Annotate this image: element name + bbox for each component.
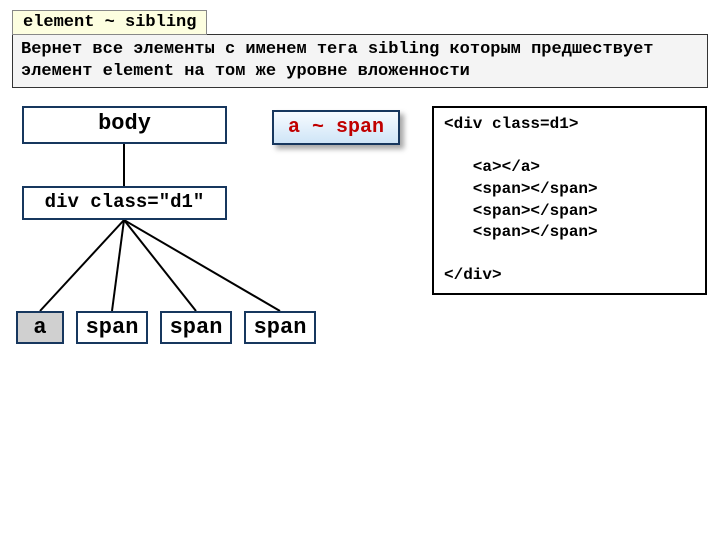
tree-connectors [12,106,392,386]
tree-node-body: body [22,106,227,144]
selector-description: Вернет все элементы c именем тега siblin… [12,34,708,88]
tree-node-div: div class="d1" [22,186,227,220]
tree-leaf-span-1: span [76,311,148,344]
selector-title: element ~ sibling [12,10,207,35]
tree-leaf-a: a [16,311,64,344]
code-sample: <div class=d1> <a></a> <span></span> <sp… [432,106,707,295]
tree-leaf-span-2: span [160,311,232,344]
tree-leaf-span-3: span [244,311,316,344]
selector-example-badge: a ~ span [272,110,400,145]
dom-tree: body div class="d1" a span span span [12,106,392,386]
